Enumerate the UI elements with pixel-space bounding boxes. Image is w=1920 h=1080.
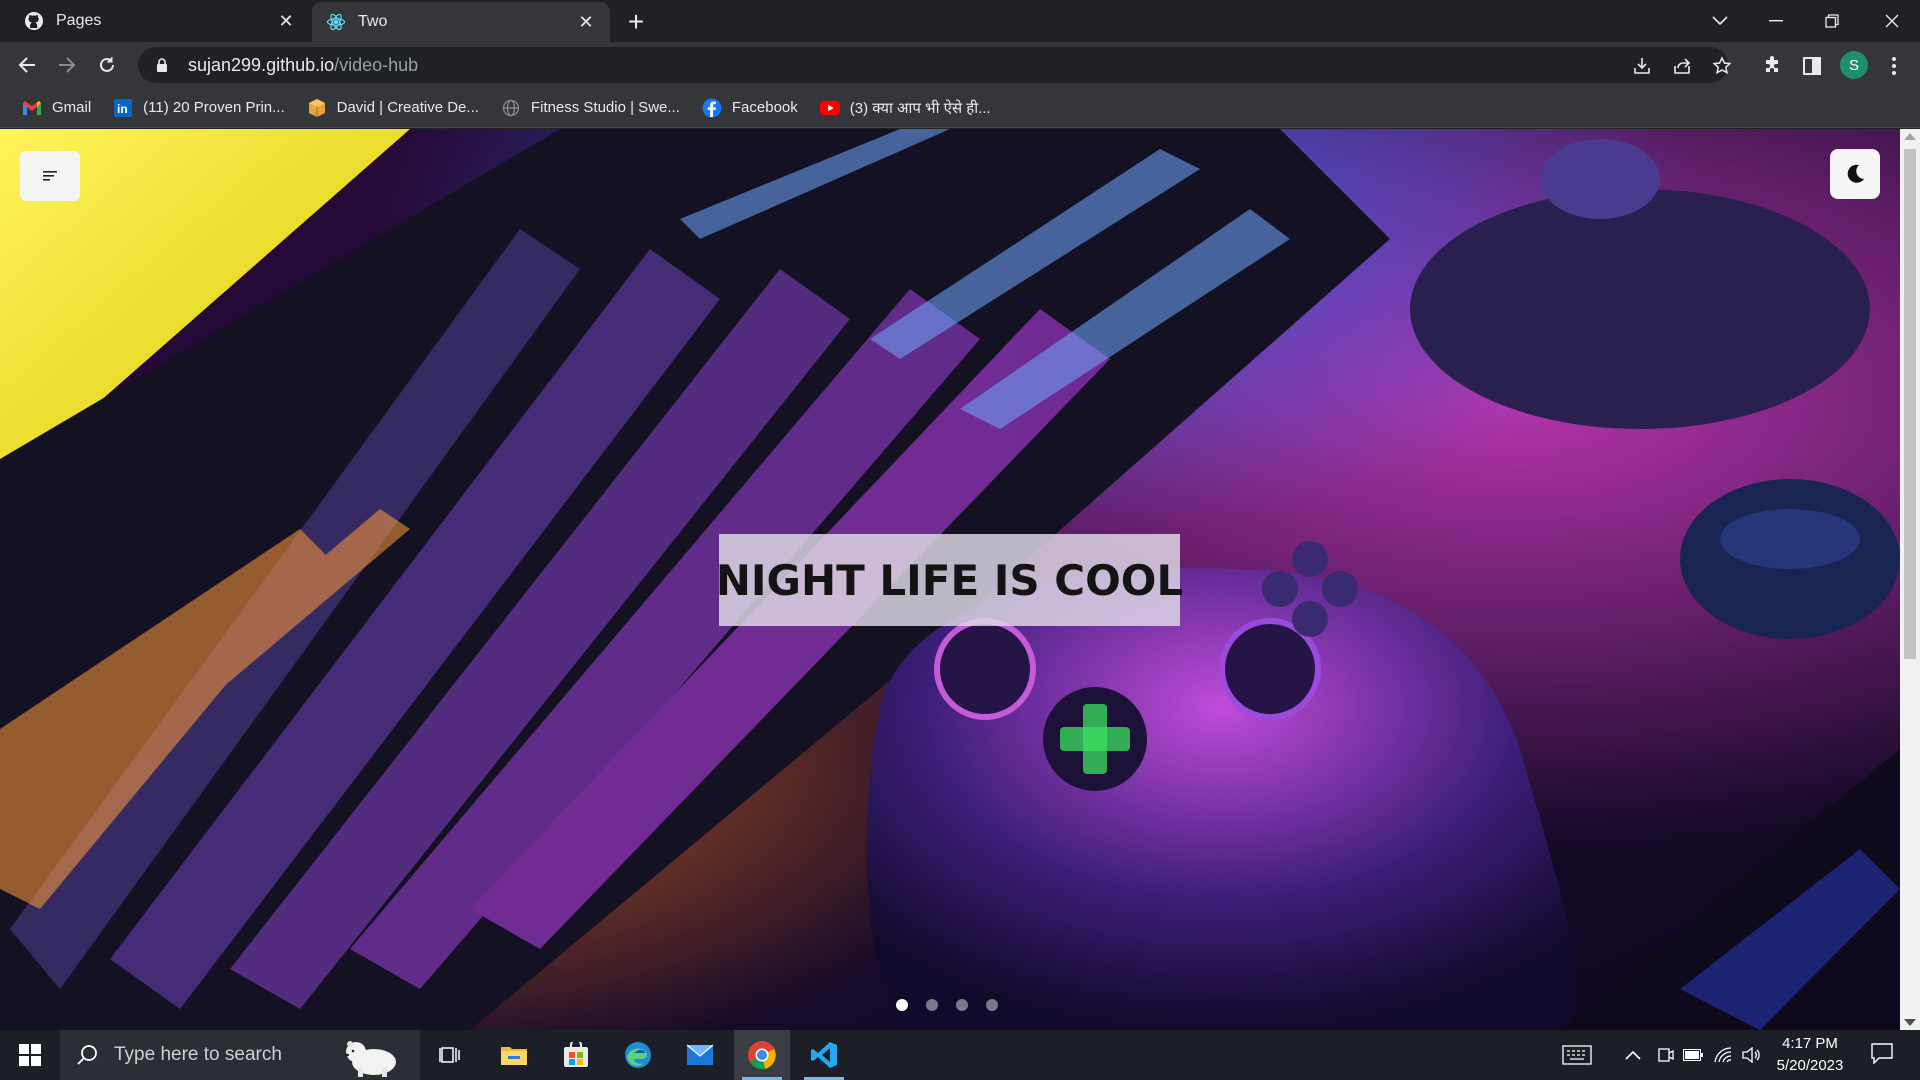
- chrome-button[interactable]: [734, 1030, 790, 1080]
- bookmark-david[interactable]: David | Creative De...: [299, 93, 487, 123]
- task-view-button[interactable]: [422, 1030, 478, 1080]
- task-view-icon: [439, 1047, 460, 1063]
- volume-icon[interactable]: [1742, 1044, 1760, 1066]
- carousel-dot[interactable]: [896, 999, 908, 1011]
- tab-title: Pages: [56, 12, 102, 29]
- windows-taskbar: Type here to search 4:17 PM 5/20/2023: [0, 1030, 1920, 1080]
- bookmark-label: Gmail: [52, 99, 92, 116]
- bookmark-label: Facebook: [731, 99, 798, 116]
- screen: Pages ✕ Two ✕ + sujan299.github.io /vide…: [0, 0, 1920, 1080]
- reload-icon[interactable]: [91, 49, 123, 81]
- notification-icon[interactable]: [1870, 1042, 1896, 1068]
- close-window-icon[interactable]: [1864, 0, 1920, 42]
- bookmark-linkedin[interactable]: in (11) 20 Proven Prin...: [105, 93, 292, 123]
- linkedin-icon: in: [113, 98, 133, 118]
- tab-pages[interactable]: Pages ✕: [10, 0, 310, 42]
- theme-toggle-button[interactable]: [1830, 149, 1880, 199]
- extensions-icon[interactable]: [1760, 54, 1784, 78]
- bookmark-gmail[interactable]: Gmail: [14, 93, 99, 123]
- taskbar-search-box[interactable]: Type here to search: [60, 1030, 420, 1080]
- moon-icon: [1847, 164, 1864, 183]
- microsoft-store-icon: [564, 1042, 588, 1067]
- mail-icon: [686, 1044, 714, 1065]
- bookmarks-bar: Gmail in (11) 20 Proven Prin... David | …: [0, 88, 1920, 128]
- keyboard-layout-icon[interactable]: [1560, 1044, 1594, 1066]
- scroll-thumb[interactable]: [1904, 149, 1916, 659]
- polar-bear-icon: [345, 1041, 396, 1077]
- carousel-indicators: [896, 999, 998, 1011]
- box-icon: [307, 98, 327, 118]
- bookmark-facebook[interactable]: Facebook: [694, 93, 806, 123]
- svg-text:in: in: [117, 102, 128, 116]
- mail-button[interactable]: [672, 1030, 728, 1080]
- tab-title: Two: [358, 13, 388, 30]
- scroll-up-arrow-icon[interactable]: [1904, 133, 1916, 140]
- search-icon: [76, 1044, 98, 1066]
- forward-icon[interactable]: [51, 49, 83, 81]
- search-placeholder: Type here to search: [114, 1044, 282, 1065]
- scroll-down-arrow-icon[interactable]: [1904, 1019, 1916, 1026]
- system-clock[interactable]: 4:17 PM 5/20/2023: [1760, 1033, 1860, 1077]
- hero-caption: NIGHT LIFE IS COOL: [716, 534, 1183, 626]
- side-panel-icon[interactable]: [1800, 54, 1824, 78]
- more-menu-icon[interactable]: [1882, 54, 1906, 78]
- tab-two[interactable]: Two ✕: [312, 2, 610, 42]
- install-app-icon[interactable]: [1632, 56, 1652, 76]
- browser-toolbar: sujan299.github.io /video-hub S: [0, 42, 1920, 88]
- address-bar[interactable]: sujan299.github.io /video-hub: [138, 47, 1732, 83]
- carousel-dot[interactable]: [986, 999, 998, 1011]
- url-path: /video-hub: [334, 54, 419, 75]
- bookmark-label: (11) 20 Proven Prin...: [143, 99, 285, 116]
- wifi-icon[interactable]: [1712, 1044, 1734, 1066]
- bookmark-label: Fitness Studio | Swe...: [530, 99, 680, 116]
- close-icon[interactable]: ✕: [576, 12, 596, 32]
- edge-icon: [625, 1042, 651, 1068]
- back-icon[interactable]: [11, 49, 43, 81]
- gmail-icon: [22, 98, 42, 118]
- youtube-icon: [819, 98, 840, 118]
- close-icon[interactable]: ✕: [276, 11, 296, 31]
- bookmark-label: (3) क्या आप भी ऐसे ही...: [849, 99, 991, 117]
- bookmark-youtube[interactable]: (3) क्या आप भी ऐसे ही...: [812, 93, 999, 123]
- url-host: sujan299.github.io: [188, 54, 335, 75]
- clock-time: 4:17 PM: [1782, 1035, 1838, 1052]
- restore-icon[interactable]: [1804, 0, 1860, 42]
- page-viewport: NIGHT LIFE IS COOL: [0, 129, 1920, 1030]
- tab-strip: Pages ✕ Two ✕ +: [0, 0, 1920, 42]
- vscode-button[interactable]: [796, 1030, 852, 1080]
- minimize-icon[interactable]: [1748, 0, 1804, 42]
- windows-icon: [19, 1044, 41, 1066]
- bookmark-label: David | Creative De...: [336, 99, 479, 116]
- bookmark-fitness[interactable]: Fitness Studio | Swe...: [493, 93, 688, 123]
- lock-icon[interactable]: [154, 57, 170, 73]
- facebook-icon: [702, 98, 722, 118]
- react-icon: [326, 12, 346, 32]
- globe-icon: [501, 98, 521, 118]
- bookmark-star-icon[interactable]: [1712, 56, 1732, 76]
- vscode-icon: [811, 1042, 837, 1068]
- new-tab-button[interactable]: +: [620, 6, 652, 38]
- menu-lines-icon: [43, 171, 57, 181]
- show-hidden-icons-icon[interactable]: [1622, 1044, 1644, 1066]
- file-explorer-button[interactable]: [486, 1030, 542, 1080]
- clock-date: 5/20/2023: [1776, 1057, 1844, 1074]
- page-scrollbar[interactable]: [1900, 129, 1920, 1030]
- tab-search-icon[interactable]: [1692, 0, 1748, 42]
- edge-button[interactable]: [610, 1030, 666, 1080]
- github-icon: [24, 11, 44, 31]
- profile-avatar[interactable]: S: [1840, 51, 1868, 79]
- battery-icon[interactable]: [1682, 1044, 1704, 1066]
- menu-button[interactable]: [20, 151, 80, 201]
- meet-now-icon[interactable]: [1654, 1044, 1676, 1066]
- carousel-dot[interactable]: [926, 999, 938, 1011]
- carousel-dot[interactable]: [956, 999, 968, 1011]
- share-icon[interactable]: [1672, 56, 1692, 76]
- start-button[interactable]: [0, 1030, 60, 1080]
- file-explorer-icon: [501, 1047, 527, 1065]
- microsoft-store-button[interactable]: [548, 1030, 604, 1080]
- hero-title: NIGHT LIFE IS COOL: [715, 555, 1184, 605]
- chrome-icon: [748, 1041, 776, 1070]
